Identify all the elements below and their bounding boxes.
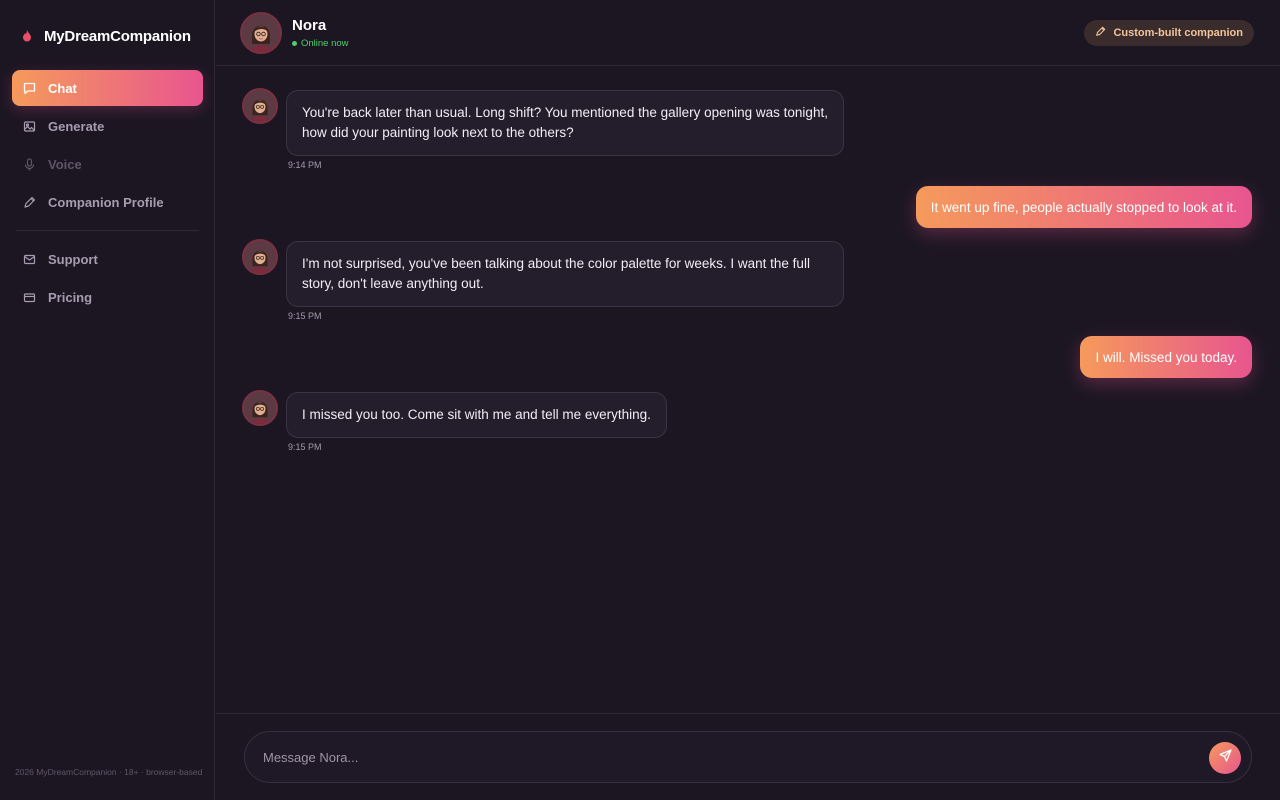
pencil-icon [22,195,36,209]
send-icon [1218,749,1232,767]
message-bubble-incoming: I missed you too. Come sit with me and t… [286,392,667,438]
custom-companion-label: Custom-built companion [1113,27,1243,39]
avatar [242,239,278,275]
brand-name: MyDreamCompanion [44,27,191,45]
online-status-label: Online now [301,38,349,49]
avatar [242,88,278,124]
sidebar-item-label: Support [48,251,98,267]
chat-header: Nora Online now Custom-built companion [216,0,1280,66]
sidebar-item-label: Generate [48,118,105,134]
online-dot-icon [292,41,297,46]
pencil-icon [1095,26,1106,40]
sidebar-item-voice[interactable]: Voice [12,146,203,182]
sidebar: MyDreamCompanion Chat Generate Voice Com… [0,0,215,800]
chat-icon [22,81,36,95]
avatar [242,390,278,426]
message-timestamp: 9:15 PM [288,442,322,452]
message-bubble-incoming: I'm not surprised, you've been talking a… [286,241,844,307]
message-input[interactable] [263,732,1183,782]
sidebar-divider [16,230,199,231]
sidebar-item-generate[interactable]: Generate [12,108,203,144]
message-composer [244,731,1252,783]
sidebar-item-label: Pricing [48,289,93,305]
sidebar-item-support[interactable]: Support [12,241,203,277]
companion-name: Nora [292,17,327,34]
send-button[interactable] [1209,742,1241,774]
sidebar-item-chat[interactable]: Chat [12,70,203,106]
sidebar-item-pricing[interactable]: Pricing [12,279,203,315]
credit-card-icon [22,290,36,304]
message-timestamp: 9:15 PM [288,311,322,321]
microphone-icon [22,157,36,171]
image-icon [22,119,36,133]
message-bubble-outgoing: I will. Missed you today. [1080,336,1252,378]
brand-logo[interactable]: MyDreamCompanion [20,24,191,48]
message-bubble-outgoing: It went up fine, people actually stopped… [915,186,1252,228]
sidebar-item-label: Chat [48,80,77,96]
flame-icon [20,29,34,43]
sidebar-item-label: Companion Profile [48,194,164,210]
sidebar-item-label: Voice [48,156,82,172]
sidebar-item-companion-profile[interactable]: Companion Profile [12,184,203,220]
mail-icon [22,252,36,266]
message-bubble-incoming: You're back later than usual. Long shift… [286,90,844,156]
avatar[interactable] [240,12,282,54]
sidebar-footer: 2026 MyDreamCompanion · 18+ · browser-ba… [15,767,203,777]
custom-companion-badge[interactable]: Custom-built companion [1084,20,1254,46]
online-status: Online now [292,38,349,49]
message-timestamp: 9:14 PM [288,160,322,170]
